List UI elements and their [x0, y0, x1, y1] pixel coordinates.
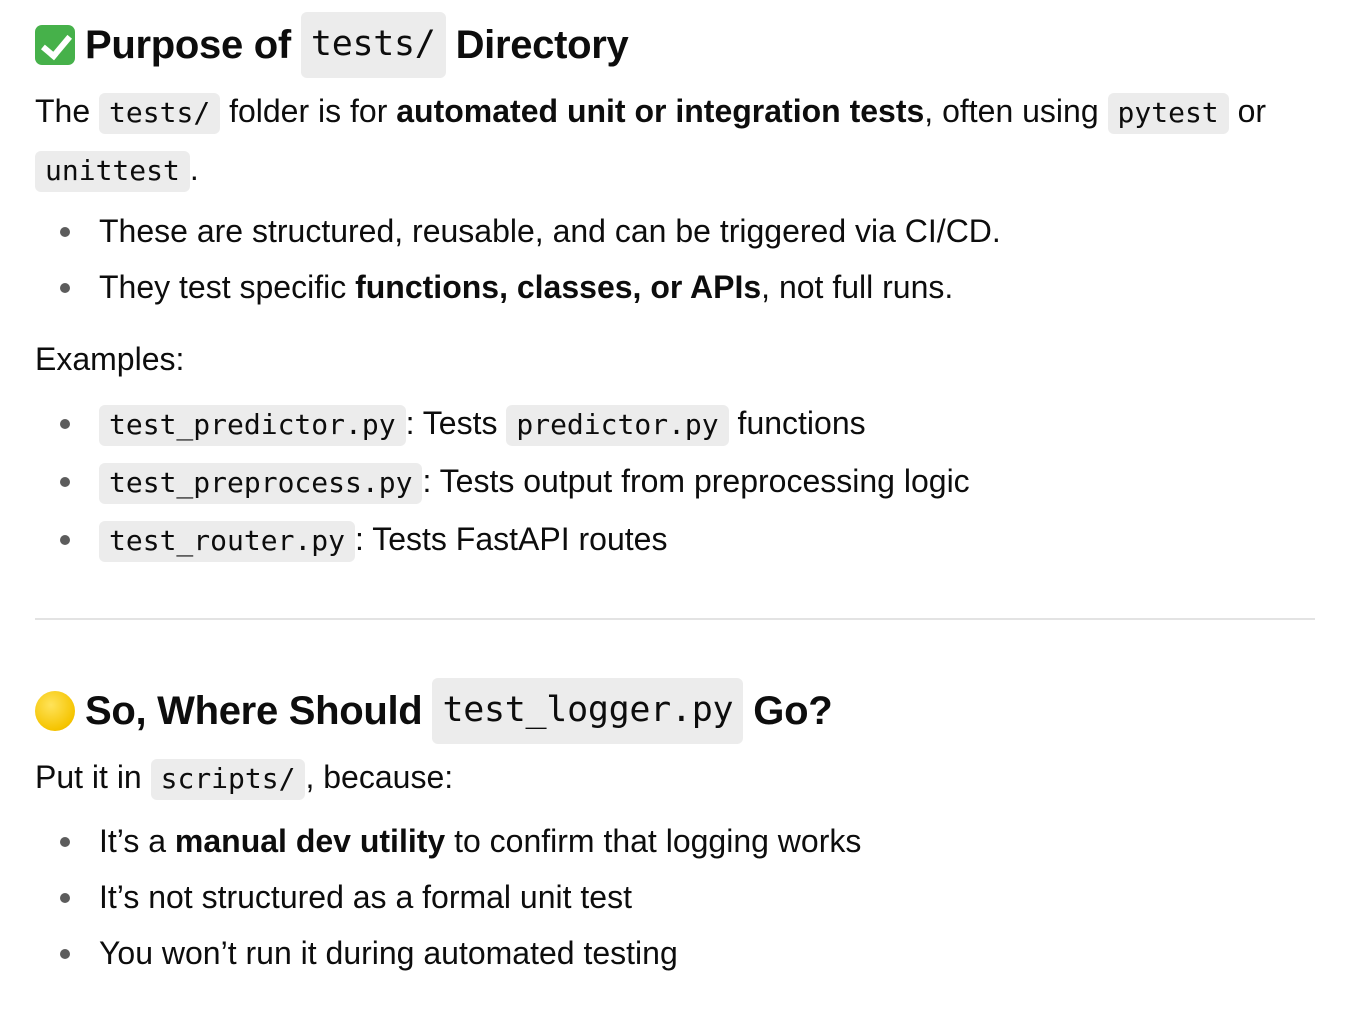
tests-bullet-list: These are structured, reusable, and can …: [35, 203, 1315, 315]
list-item-text: These are structured, reusable, and can …: [99, 213, 1001, 249]
paragraph-text: folder is for: [229, 93, 388, 129]
list-item-text: functions: [737, 405, 866, 441]
examples-label: Examples:: [35, 341, 185, 377]
inline-code: pytest: [1107, 93, 1229, 134]
list-item-text: It’s not structured as a formal unit tes…: [99, 879, 632, 915]
list-item: You won’t run it during automated testin…: [35, 925, 1315, 981]
heading-code: tests/: [300, 12, 446, 78]
inline-code: predictor.py: [506, 405, 729, 446]
inline-code: unittest: [35, 151, 190, 192]
inline-code: test_preprocess.py: [99, 463, 423, 504]
heading-text: Go?: [753, 689, 833, 733]
chat-response: Purpose of tests/ Directory The tests/ f…: [0, 0, 1350, 1010]
inline-code: tests/: [99, 93, 221, 134]
bold-text: functions, classes, or APIs: [355, 269, 762, 305]
section-heading-where-should-go: So, Where Should test_logger.py Go?: [35, 678, 833, 744]
list-item-text: You won’t run it during automated testin…: [99, 935, 678, 971]
list-item-text: They test specific: [99, 269, 347, 305]
heading-text: Purpose of: [85, 23, 291, 67]
list-item: test_router.py: Tests FastAPI routes: [35, 511, 1315, 569]
inline-code: test_predictor.py: [99, 405, 406, 446]
list-item-text: to confirm that logging works: [454, 823, 862, 859]
list-item: It’s a manual dev utility to confirm tha…: [35, 813, 1315, 869]
list-item-text: , not full runs.: [761, 269, 954, 305]
list-item-text: : Tests output from preprocessing logic: [422, 463, 970, 499]
inline-code: scripts/: [150, 759, 306, 800]
list-item: test_predictor.py: Tests predictor.py fu…: [35, 395, 1315, 453]
horizontal-divider: [35, 618, 1315, 620]
scripts-paragraph: Put it in scripts/, because:: [35, 749, 1315, 807]
paragraph-text: .: [189, 151, 199, 187]
bold-text: manual dev utility: [174, 823, 446, 859]
list-item: It’s not structured as a formal unit tes…: [35, 869, 1315, 925]
inline-code: test_router.py: [99, 521, 356, 562]
paragraph-text: The: [35, 93, 91, 129]
list-item: They test specific functions, classes, o…: [35, 259, 1315, 315]
bold-text: automated unit or integration tests: [396, 93, 925, 129]
list-item-text: : Tests: [405, 405, 498, 441]
paragraph-text: , often using: [924, 93, 1099, 129]
heading-text: So, Where Should: [85, 689, 423, 733]
list-item: These are structured, reusable, and can …: [35, 203, 1315, 259]
heading-text: Directory: [455, 23, 629, 67]
section-heading-tests-purpose: Purpose of tests/ Directory: [35, 12, 629, 78]
yellow-circle-icon: [35, 691, 75, 731]
examples-list: test_predictor.py: Tests predictor.py fu…: [35, 395, 1315, 569]
paragraph-text: or: [1237, 93, 1267, 129]
paragraph-text: Put it in: [35, 759, 142, 795]
list-item-text: It’s a: [99, 823, 166, 859]
intro-paragraph: The tests/ folder is for automated unit …: [35, 83, 1315, 199]
reasons-bullet-list: It’s a manual dev utility to confirm tha…: [35, 813, 1315, 981]
paragraph-text: , because:: [305, 759, 454, 795]
list-item: test_preprocess.py: Tests output from pr…: [35, 453, 1315, 511]
heading-code: test_logger.py: [432, 678, 744, 744]
check-mark-icon: [35, 25, 75, 65]
list-item-text: : Tests FastAPI routes: [355, 521, 668, 557]
